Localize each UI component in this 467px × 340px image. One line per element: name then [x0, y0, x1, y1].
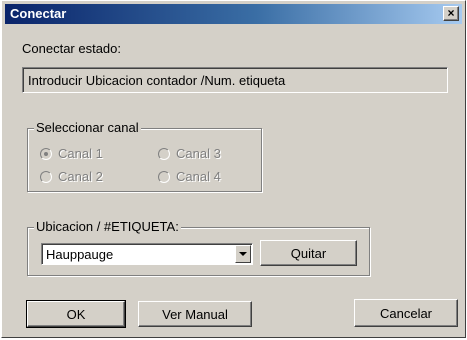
- channel-group-legend: Seleccionar canal: [34, 120, 141, 135]
- radio-canal-1[interactable]: Canal 1: [40, 146, 103, 161]
- radio-button-icon: [40, 170, 52, 183]
- title-bar[interactable]: Conectar ×: [5, 4, 462, 24]
- radio-canal-4[interactable]: Canal 4: [158, 169, 221, 184]
- status-text: Introducir Ubicacion contador /Num. etiq…: [28, 73, 286, 88]
- radio-button-icon: [40, 147, 52, 160]
- location-combobox-value: Hauppauge: [46, 247, 114, 262]
- close-button[interactable]: ×: [443, 6, 459, 21]
- ok-button[interactable]: OK: [26, 300, 126, 328]
- cancel-button[interactable]: Cancelar: [354, 299, 458, 327]
- radio-canal-3[interactable]: Canal 3: [158, 146, 221, 161]
- dialog-window: Conectar × Conectar estado: Introducir U…: [1, 0, 466, 338]
- status-label: Conectar estado:: [22, 41, 122, 56]
- ver-manual-button[interactable]: Ver Manual: [138, 301, 252, 327]
- radio-canal-3-label: Canal 3: [176, 146, 221, 161]
- chevron-down-icon[interactable]: [235, 245, 251, 263]
- window-title: Conectar: [10, 6, 67, 21]
- radio-canal-4-label: Canal 4: [176, 169, 221, 184]
- radio-button-icon: [158, 170, 170, 183]
- location-group-legend: Ubicacion / #ETIQUETA:: [34, 219, 181, 234]
- radio-button-icon: [158, 147, 170, 160]
- radio-canal-1-label: Canal 1: [58, 146, 103, 161]
- quitar-button[interactable]: Quitar: [260, 240, 357, 266]
- close-icon: ×: [447, 6, 455, 20]
- channel-groupbox: Seleccionar canal Canal 1 Canal 2 Canal …: [27, 120, 262, 192]
- location-combobox[interactable]: Hauppauge: [41, 243, 253, 265]
- radio-canal-2[interactable]: Canal 2: [40, 169, 103, 184]
- status-field: Introducir Ubicacion contador /Num. etiq…: [22, 67, 448, 93]
- radio-canal-2-label: Canal 2: [58, 169, 103, 184]
